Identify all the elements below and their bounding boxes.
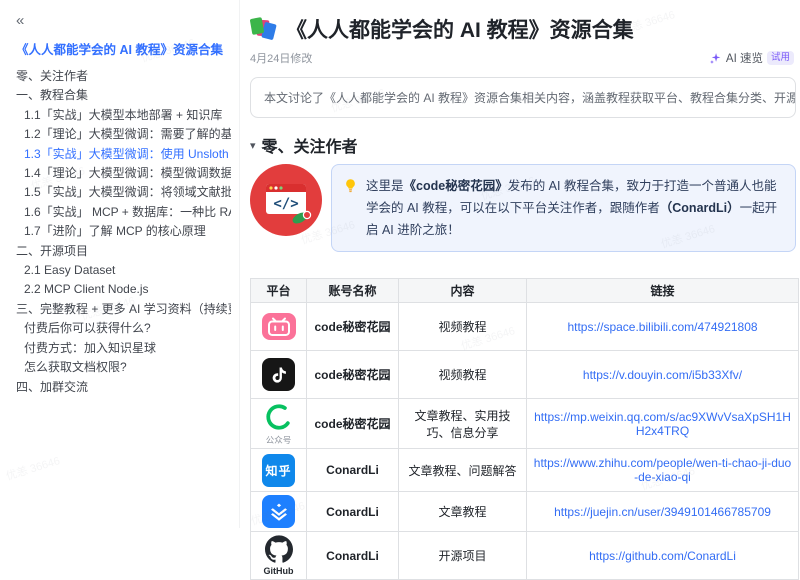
ai-summary-box[interactable]: 本文讨论了《人人都能学会的 AI 教程》资源合集相关内容，涵盖教程获取平台、教程… [250, 77, 796, 118]
link-cell: https://space.bilibili.com/474921808 [527, 303, 799, 351]
link-cell: https://juejin.cn/user/3949101466785709 [527, 492, 799, 532]
ai-summary-text: 本文讨论了《人人都能学会的 AI 教程》资源合集相关内容，涵盖教程获取平台、教程… [264, 91, 796, 105]
sidebar-item[interactable]: 1.6「实战」 MCP + 数据库：一种比 RAG 检... [16, 203, 231, 222]
content-cell: 文章教程、问题解答 [399, 449, 527, 492]
sidebar-item[interactable]: 1.3「实战」大模型微调：使用 Unsloth 微调 ... [16, 145, 231, 164]
link-cell: https://mp.weixin.qq.com/s/ac9XWvVsaXpSH… [527, 399, 799, 449]
account-name-cell: ConardLi [307, 449, 399, 492]
sidebar-item[interactable]: 1.2「理论」大模型微调：需要了解的基础知识 [16, 125, 231, 144]
link-cell: https://v.douyin.com/i5b33Xfv/ [527, 351, 799, 399]
sidebar-item[interactable]: 付费后你可以获得什么? [16, 319, 231, 338]
sidebar-collapse-icon[interactable]: « [16, 12, 36, 29]
platform-link[interactable]: https://www.zhihu.com/people/wen-ti-chao… [534, 456, 791, 484]
doc-meta-row: 4月24日修改 AI 速览 试用 [250, 49, 796, 67]
table-row: 公众号 code秘密花园文章教程、实用技巧、信息分享https://mp.weix… [251, 399, 799, 449]
section-title: 零、关注作者 [262, 133, 358, 157]
sidebar-item[interactable]: 1.7「进阶」了解 MCP 的核心原理 [16, 222, 231, 241]
github-label: GitHub [257, 567, 300, 576]
table-column-header: 内容 [399, 279, 527, 303]
table-column-header: 链接 [527, 279, 799, 303]
collapse-caret-icon[interactable]: ▾ [250, 139, 256, 152]
platform-link[interactable]: https://github.com/ConardLi [589, 549, 736, 563]
sidebar: « 《人人都能学会的 AI 教程》资源合集 零、关注作者一、教程合集1.1「实战… [0, 0, 240, 528]
account-name-cell: ConardLi [307, 532, 399, 580]
platform-link[interactable]: https://space.bilibili.com/474921808 [567, 320, 757, 334]
sidebar-item[interactable]: 付费方式：加入知识星球 [16, 339, 231, 358]
sidebar-doc-title[interactable]: 《人人都能学会的 AI 教程》资源合集 [16, 39, 231, 58]
callout-text: 这里是《code秘密花园》发布的 AI 教程合集，致力于打造一个普通人也能学会的… [366, 175, 782, 241]
author-row: </> 这里是《code秘密花园》发布的 AI 教程合集，致力于打造一个普通人也… [250, 164, 796, 252]
table-row: code秘密花园视频教程 https://v.douyin.com/i5b33Xf… [251, 351, 799, 399]
account-name-cell: code秘密花园 [307, 303, 399, 351]
account-name-cell: code秘密花园 [307, 351, 399, 399]
svg-text:</>: </> [273, 196, 298, 212]
sidebar-item[interactable]: 三、完整教程 + 更多 AI 学习资料（持续更新） [16, 300, 231, 319]
sidebar-item[interactable]: 四、加群交流 [16, 378, 231, 397]
ai-overview-button[interactable]: AI 速览 试用 [709, 50, 794, 66]
platform-cell [251, 303, 307, 351]
link-cell: https://www.zhihu.com/people/wen-ti-chao… [527, 449, 799, 492]
zhihu-icon: 知乎 [262, 454, 295, 487]
content-cell: 视频教程 [399, 303, 527, 351]
table-row: 知乎 ConardLi文章教程、问题解答https://www.zhihu.com… [251, 449, 799, 492]
link-cell: https://github.com/ConardLi [527, 532, 799, 580]
platform-cell: 公众号 [251, 399, 307, 449]
platform-cell: 知乎 [251, 449, 307, 492]
lightbulb-icon [343, 178, 358, 193]
platform-link[interactable]: https://v.douyin.com/i5b33Xfv/ [583, 368, 742, 382]
table-row: code秘密花园视频教程 https://space.bilibili.com/4… [251, 303, 799, 351]
sidebar-item[interactable]: 零、关注作者 [16, 67, 231, 86]
platform-cell: GitHub [251, 532, 307, 580]
content-cell: 文章教程、实用技巧、信息分享 [399, 399, 527, 449]
platform-link[interactable]: https://mp.weixin.qq.com/s/ac9XWvVsaXpSH… [534, 410, 791, 438]
sidebar-item[interactable]: 2.2 MCP Client Node.js [16, 280, 231, 299]
platform-link[interactable]: https://juejin.cn/user/3949101466785709 [554, 505, 771, 519]
juejin-icon [262, 495, 295, 528]
trial-badge: 试用 [767, 51, 794, 65]
books-icon [250, 17, 277, 41]
sidebar-item[interactable]: 1.1「实战」大模型本地部署 + 知识库 [16, 106, 231, 125]
wechat-label: 公众号 [257, 436, 300, 445]
account-name-cell: code秘密花园 [307, 399, 399, 449]
sidebar-toc: 零、关注作者一、教程合集1.1「实战」大模型本地部署 + 知识库1.2「理论」大… [16, 67, 231, 397]
table-header-row: 平台账号名称内容链接 [251, 279, 799, 303]
table-row: GitHub ConardLi开源项目 https://github.com/Con… [251, 532, 799, 580]
github-icon [265, 535, 293, 563]
sidebar-item[interactable]: 怎么获取文档权限? [16, 358, 231, 377]
bilibili-icon [262, 313, 296, 340]
sidebar-item[interactable]: 1.4「理论」大模型微调：模型微调数据集前... [16, 164, 231, 183]
platform-cell [251, 492, 307, 532]
table-column-header: 账号名称 [307, 279, 399, 303]
sidebar-item[interactable]: 二、开源项目 [16, 242, 231, 261]
content-cell: 文章教程 [399, 492, 527, 532]
platform-table: 平台账号名称内容链接 code秘密花园视频教程 https://space.bil… [250, 278, 799, 580]
douyin-icon [262, 358, 295, 391]
table-row: ConardLi文章教程 https://juejin.cn/user/39491… [251, 492, 799, 532]
content-cell: 开源项目 [399, 532, 527, 580]
sidebar-item[interactable]: 1.5「实战」大模型微调：将领域文献批量转... [16, 183, 231, 202]
last-modified: 4月24日修改 [250, 50, 312, 66]
author-avatar: </> [250, 164, 322, 236]
section-heading-row: ▾ 零、关注作者 [250, 134, 796, 156]
platform-cell [251, 351, 307, 399]
callout-segment: （ConardLi） [660, 201, 740, 215]
callout-segment: 《code秘密花园》 [404, 179, 508, 193]
doc-title-row: 《人人都能学会的 AI 教程》资源合集 [250, 14, 796, 44]
sidebar-item[interactable]: 一、教程合集 [16, 86, 231, 105]
author-callout: 这里是《code秘密花园》发布的 AI 教程合集，致力于打造一个普通人也能学会的… [331, 164, 796, 252]
callout-segment: 这里是 [366, 179, 404, 193]
sidebar-item[interactable]: 2.1 Easy Dataset [16, 261, 231, 280]
main-content: 《人人都能学会的 AI 教程》资源合集 4月24日修改 AI 速览 试用 本文讨… [240, 0, 800, 528]
sparkle-icon [709, 52, 722, 65]
account-name-cell: ConardLi [307, 492, 399, 532]
ai-overview-label: AI 速览 [726, 50, 763, 66]
page-title: 《人人都能学会的 AI 教程》资源合集 [286, 14, 634, 44]
wechat-official-account-icon [264, 402, 294, 432]
table-column-header: 平台 [251, 279, 307, 303]
content-cell: 视频教程 [399, 351, 527, 399]
